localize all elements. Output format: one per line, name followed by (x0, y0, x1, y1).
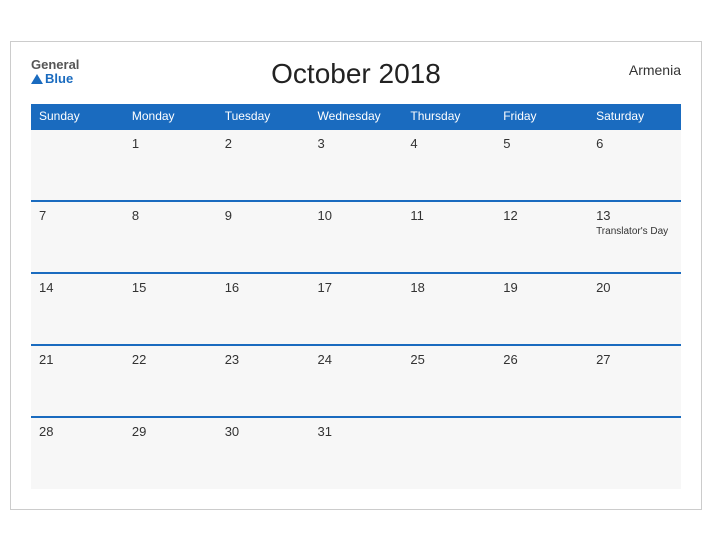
week-row-3: 21 22 23 24 25 26 27 (31, 345, 681, 417)
day-number-4: 4 (410, 136, 487, 151)
logo-triangle-icon (31, 74, 43, 84)
header-monday: Monday (124, 104, 217, 129)
header-friday: Friday (495, 104, 588, 129)
day-number-22: 22 (132, 352, 209, 367)
calendar-grid: Sunday Monday Tuesday Wednesday Thursday… (31, 104, 681, 489)
day-number-18: 18 (410, 280, 487, 295)
header-wednesday: Wednesday (310, 104, 403, 129)
day-cell-4-2: 30 (217, 417, 310, 489)
day-cell-3-4: 25 (402, 345, 495, 417)
calendar-container: General Blue October 2018 Armenia Sunday… (10, 41, 702, 510)
day-number-24: 24 (318, 352, 395, 367)
day-cell-3-3: 24 (310, 345, 403, 417)
day-cell-2-3: 17 (310, 273, 403, 345)
day-number-20: 20 (596, 280, 673, 295)
day-cell-2-4: 18 (402, 273, 495, 345)
day-cell-2-6: 20 (588, 273, 681, 345)
day-cell-3-6: 27 (588, 345, 681, 417)
day-cell-1-2: 9 (217, 201, 310, 273)
week-row-2: 14 15 16 17 18 19 20 (31, 273, 681, 345)
day-number-11: 11 (410, 208, 487, 223)
week-row-4: 28 29 30 31 (31, 417, 681, 489)
day-number-2: 2 (225, 136, 302, 151)
logo: General Blue (31, 58, 79, 87)
day-number-13: 13 (596, 208, 673, 223)
logo-blue-text: Blue (31, 72, 79, 86)
day-cell-1-3: 10 (310, 201, 403, 273)
day-cell-2-2: 16 (217, 273, 310, 345)
header-thursday: Thursday (402, 104, 495, 129)
day-cell-1-4: 11 (402, 201, 495, 273)
day-cell-3-0: 21 (31, 345, 124, 417)
day-cell-3-2: 23 (217, 345, 310, 417)
day-number-10: 10 (318, 208, 395, 223)
day-number-6: 6 (596, 136, 673, 151)
day-cell-2-0: 14 (31, 273, 124, 345)
day-number-12: 12 (503, 208, 580, 223)
day-cell-0-3: 3 (310, 129, 403, 201)
calendar-title: October 2018 (271, 58, 441, 90)
day-number-8: 8 (132, 208, 209, 223)
day-cell-1-6: 13 Translator's Day (588, 201, 681, 273)
day-cell-4-6 (588, 417, 681, 489)
day-number-17: 17 (318, 280, 395, 295)
day-cell-1-0: 7 (31, 201, 124, 273)
day-cell-4-1: 29 (124, 417, 217, 489)
day-number-27: 27 (596, 352, 673, 367)
day-cell-3-1: 22 (124, 345, 217, 417)
calendar-header: General Blue October 2018 Armenia (31, 58, 681, 90)
day-cell-4-4 (402, 417, 495, 489)
day-cell-2-1: 15 (124, 273, 217, 345)
day-cell-4-0: 28 (31, 417, 124, 489)
day-cell-0-0 (31, 129, 124, 201)
day-number-14: 14 (39, 280, 116, 295)
day-number-15: 15 (132, 280, 209, 295)
day-number-1: 1 (132, 136, 209, 151)
holiday-label-13: Translator's Day (596, 225, 673, 238)
day-number-25: 25 (410, 352, 487, 367)
day-number-31: 31 (318, 424, 395, 439)
day-number-19: 19 (503, 280, 580, 295)
country-label: Armenia (629, 62, 681, 78)
header-tuesday: Tuesday (217, 104, 310, 129)
day-number-3: 3 (318, 136, 395, 151)
day-cell-4-3: 31 (310, 417, 403, 489)
week-row-1: 7 8 9 10 11 12 13 Translator's Day (31, 201, 681, 273)
day-cell-3-5: 26 (495, 345, 588, 417)
day-cell-2-5: 19 (495, 273, 588, 345)
header-sunday: Sunday (31, 104, 124, 129)
logo-general-text: General (31, 58, 79, 72)
day-number-16: 16 (225, 280, 302, 295)
day-cell-4-5 (495, 417, 588, 489)
day-number-7: 7 (39, 208, 116, 223)
day-number-9: 9 (225, 208, 302, 223)
day-cell-1-1: 8 (124, 201, 217, 273)
day-number-5: 5 (503, 136, 580, 151)
day-cell-0-6: 6 (588, 129, 681, 201)
day-number-26: 26 (503, 352, 580, 367)
week-row-0: 1 2 34 5 6 (31, 129, 681, 201)
weekday-header-row: Sunday Monday Tuesday Wednesday Thursday… (31, 104, 681, 129)
day-cell-0-4: 4 (402, 129, 495, 201)
day-cell-0-1: 1 (124, 129, 217, 201)
day-number-28: 28 (39, 424, 116, 439)
day-number-30: 30 (225, 424, 302, 439)
day-number-29: 29 (132, 424, 209, 439)
day-cell-0-2: 2 (217, 129, 310, 201)
day-cell-1-5: 12 (495, 201, 588, 273)
header-saturday: Saturday (588, 104, 681, 129)
day-number-23: 23 (225, 352, 302, 367)
day-cell-0-5: 5 (495, 129, 588, 201)
day-number-21: 21 (39, 352, 116, 367)
